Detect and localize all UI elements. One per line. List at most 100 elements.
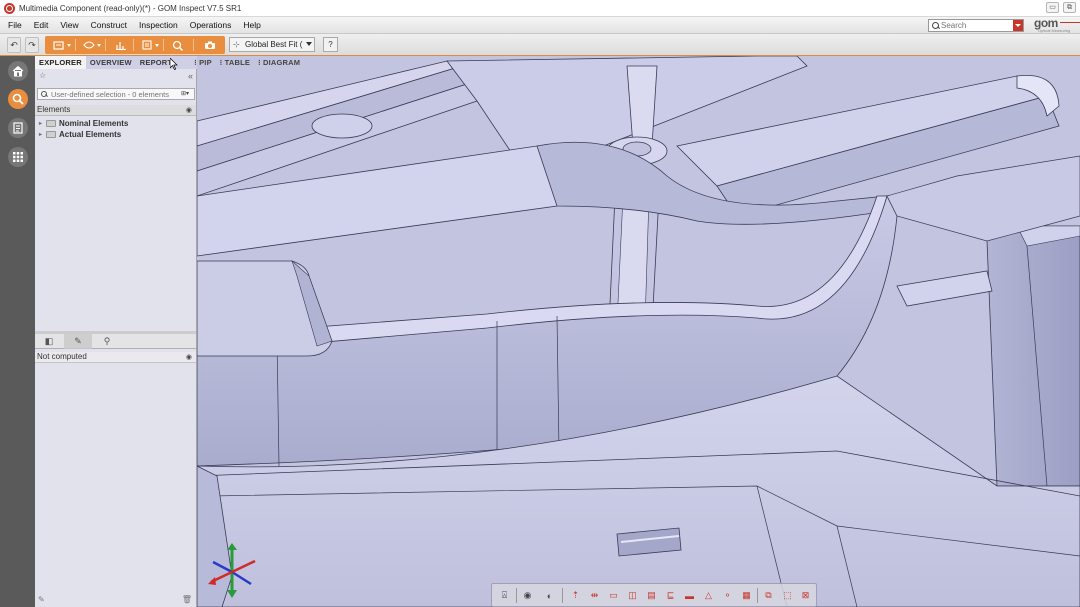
selection-filter-input[interactable] — [51, 89, 179, 99]
menu-inspection[interactable]: Inspection — [133, 20, 184, 30]
search-dropdown-button[interactable] — [1013, 20, 1023, 31]
zoom-tool-button[interactable] — [172, 38, 184, 52]
rect-tool-button[interactable]: ▬ — [682, 588, 697, 603]
mouse-cursor-icon — [170, 58, 178, 70]
camera-icon — [205, 41, 215, 49]
logo-subtext: Optical Measuring — [1038, 28, 1071, 33]
alignment-select[interactable]: ⊹ Global Best Fit ( — [229, 37, 315, 52]
primary-tool-group — [45, 36, 225, 54]
tree-item-nominal[interactable]: ▸ Nominal Elements — [39, 118, 128, 129]
tab-properties[interactable]: ◧ — [35, 334, 63, 349]
redo-button[interactable]: ↷ — [25, 37, 39, 53]
box-tool-button[interactable]: ▭ — [606, 588, 621, 603]
tab-pip-label: PIP — [199, 58, 212, 67]
explorer-header: ☆ « — [35, 69, 197, 85]
expand-icon[interactable]: ▸ — [39, 120, 46, 127]
nav-home-button[interactable] — [8, 61, 28, 81]
3d-viewport[interactable] — [197, 56, 1080, 607]
pattern-tool-button[interactable]: ▦ — [739, 588, 754, 603]
trash-icon[interactable]: 🗑 — [182, 595, 192, 604]
reset-tool-button[interactable]: ⊠ — [798, 588, 813, 603]
nav-apps-button[interactable] — [8, 147, 28, 167]
menu-file[interactable]: File — [2, 20, 28, 30]
visibility-icon[interactable]: ◉ — [186, 353, 192, 361]
folder-icon — [46, 120, 56, 127]
view-tool-button[interactable]: ◉ — [520, 588, 535, 603]
alignment-label: Global Best Fit ( — [245, 40, 303, 49]
selection-icon: ⍓ — [501, 590, 508, 600]
view-icon: ◉ — [523, 590, 532, 600]
construct-tool-button[interactable] — [53, 38, 71, 52]
snapshot-button[interactable] — [204, 38, 216, 52]
axis-triad — [208, 543, 256, 598]
global-search[interactable] — [928, 19, 1024, 32]
favorite-icon[interactable]: ☆ — [39, 71, 46, 80]
y-axis-arrow — [227, 543, 237, 550]
chart-tool-button[interactable] — [115, 38, 127, 52]
tab-pip[interactable]: ⁝ PIP — [190, 56, 216, 69]
grid-icon: ▤ — [647, 590, 656, 600]
selection-filter[interactable]: ⊞▾ — [37, 88, 195, 100]
expand-icon[interactable]: ▸ — [39, 131, 46, 138]
filter-options-icon[interactable]: ⊞▾ — [178, 90, 192, 98]
gom-logo: gom Optical Measuring — [1034, 17, 1080, 33]
grid-tool-button[interactable]: ▤ — [644, 588, 659, 603]
tab-transform[interactable]: ⚲ — [93, 334, 121, 349]
pen-icon[interactable]: ✎ — [38, 595, 45, 604]
menu-help[interactable]: Help — [237, 20, 266, 30]
visibility-icon[interactable]: ◉ — [186, 106, 192, 114]
triangle-tool-button[interactable]: △ — [701, 588, 716, 603]
alignment-icon: ⊹ — [233, 40, 240, 49]
tab-diagram-label: DIAGRAM — [262, 58, 301, 67]
undo-button[interactable]: ↶ — [7, 37, 21, 53]
tree-item-actual[interactable]: ▸ Actual Elements — [39, 129, 121, 140]
menu-operations[interactable]: Operations — [184, 20, 238, 30]
nav-inspect-button[interactable] — [8, 89, 28, 109]
magnifier-icon — [172, 40, 184, 51]
align-icon: ⇡ — [571, 590, 580, 600]
report-page-icon — [142, 40, 152, 50]
main-toolbar: ↶ ↷ ⊹ Global Best Fit ( ? — [0, 34, 1080, 56]
report-tool-button[interactable] — [141, 38, 159, 52]
construct-icon — [53, 41, 64, 50]
layers-tool-button[interactable]: ⊑ — [663, 588, 678, 603]
tab-explorer[interactable]: EXPLORER — [35, 56, 86, 69]
tab-diagram[interactable]: ⁝ DIAGRAM — [254, 56, 304, 69]
distance-icon: ⇹ — [590, 590, 599, 600]
edit-icon: ✎ — [74, 336, 82, 346]
plane-tool-button[interactable]: ◫ — [625, 588, 640, 603]
selection-tool-button[interactable]: ⍓ — [497, 588, 512, 603]
title-bar: Multimedia Component (read-only)(*) - GO… — [0, 0, 1080, 17]
triangle-icon: △ — [705, 590, 712, 600]
elements-header: Elements ◉ — [35, 105, 196, 116]
search-icon — [931, 21, 941, 31]
status-text: Not computed — [37, 352, 87, 361]
nav-report-button[interactable] — [8, 118, 28, 138]
search-input[interactable] — [941, 21, 1013, 30]
help-button[interactable]: ? — [323, 37, 338, 52]
logo-bar — [1060, 22, 1080, 23]
menu-edit[interactable]: Edit — [28, 20, 55, 30]
minimize-button[interactable]: ▭ — [1046, 2, 1059, 13]
properties-status: Not computed ◉ — [35, 352, 196, 363]
tree-item-label: Nominal Elements — [59, 119, 129, 128]
distance-tool-button[interactable]: ⇹ — [587, 588, 602, 603]
mark-tool-button[interactable]: ⬚ — [780, 588, 795, 603]
tab-edit[interactable]: ✎ — [64, 334, 92, 349]
menu-view[interactable]: View — [54, 20, 84, 30]
restore-button[interactable]: ⧉ — [1063, 2, 1076, 13]
chevron-down-icon — [306, 42, 312, 46]
inspection-tool-button[interactable] — [83, 38, 101, 52]
align-tool-button[interactable]: ⇡ — [568, 588, 583, 603]
search-icon — [40, 90, 49, 99]
reset-icon: ⊠ — [801, 590, 810, 600]
workspace-navbar — [0, 56, 35, 607]
tab-overview[interactable]: OVERVIEW — [86, 56, 136, 69]
menu-construct[interactable]: Construct — [85, 20, 133, 30]
copy-tool-button[interactable]: ⧉ — [761, 588, 776, 603]
collapse-panel-icon[interactable]: « — [188, 71, 193, 81]
section-tool-button[interactable]: ◐ — [542, 588, 557, 603]
app-logo-icon — [4, 2, 15, 14]
tab-table[interactable]: ⁝ TABLE — [216, 56, 254, 69]
shapes-tool-button[interactable]: ⚬ — [720, 588, 735, 603]
